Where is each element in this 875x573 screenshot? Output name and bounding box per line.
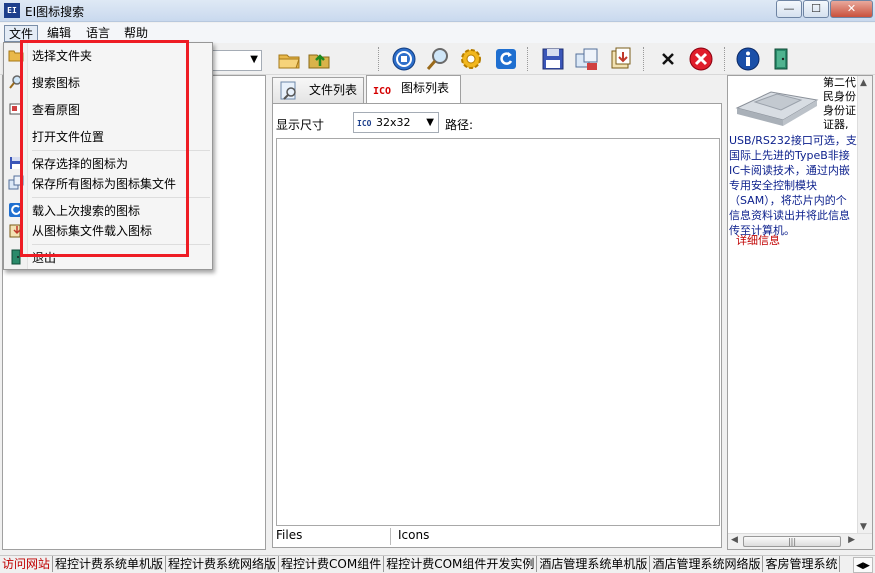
link-bar-scroll[interactable]: ◀▶ [853, 557, 873, 573]
link-bar: 访问网站 程控计费系统单机版 程控计费系统网络版 程控计费COM组件 程控计费COM组件… [0, 555, 875, 573]
menu-view-original[interactable]: 查看原图 [32, 101, 80, 119]
menu-bar: 文件 编辑 语言 帮助 [0, 23, 875, 43]
icon-grid[interactable] [276, 138, 720, 526]
link-item[interactable]: 程控计费系统网络版 [166, 556, 280, 572]
toolbar-separator [724, 47, 725, 71]
ico-icon: ICO [357, 119, 372, 128]
folder-up-icon[interactable] [306, 46, 332, 72]
file-menu-dropdown: 选择文件夹 搜索图标 查看原图 打开文件位置 保存选择的图标为 保存所有图标为图… [3, 42, 213, 270]
save-icon [10, 157, 22, 169]
toolbar-separator [527, 47, 528, 71]
chevron-down-icon: ▼ [250, 54, 258, 65]
vertical-scrollbar[interactable]: ▲ ▼ [857, 76, 872, 534]
card-reader-image [735, 91, 819, 126]
exit-icon [11, 249, 21, 265]
tab-container: 文件列表 ICO 图标列表 显示尺寸 ICO 32x32 ▼ 路径: Files… [270, 75, 724, 550]
link-item[interactable]: 客房管理系统 [763, 556, 841, 572]
menu-separator [32, 197, 210, 198]
link-item[interactable]: 酒店管理系统单机版 [537, 556, 651, 572]
horizontal-scrollbar[interactable]: ◀ ||| ▶ [728, 533, 872, 549]
scroll-right-icon[interactable]: ▶ [848, 535, 855, 545]
icon-list-panel: 显示尺寸 ICO 32x32 ▼ 路径: Files Icons [272, 103, 722, 548]
scroll-down-icon[interactable]: ▼ [860, 522, 867, 532]
view-image-icon [9, 103, 23, 115]
refresh-icon [9, 203, 23, 217]
menu-save-all-as-set[interactable]: 保存所有图标为图标集文件 [32, 175, 176, 193]
toolbar-separator [643, 47, 644, 71]
search-icon[interactable] [425, 46, 451, 72]
clear-icon[interactable] [688, 46, 714, 72]
ad-description: USB/RS232接口可选，支 国际上先进的TypeB非接 IC卡阅读技术，通过… [729, 134, 857, 237]
menu-exit[interactable]: 退出 [32, 249, 56, 267]
link-item[interactable]: 酒店管理系统网络版 [650, 556, 764, 572]
menu-help[interactable]: 帮助 [120, 25, 152, 42]
save-icon[interactable] [540, 46, 566, 72]
load-icon[interactable] [608, 46, 634, 72]
refresh-icon[interactable] [493, 46, 519, 72]
maximize-button[interactable]: ☐ [803, 0, 829, 18]
save-all-icon [8, 175, 24, 190]
delete-icon[interactable] [655, 46, 681, 72]
status-divider [390, 528, 391, 545]
scroll-up-icon[interactable]: ▲ [860, 78, 867, 88]
file-search-icon [280, 81, 296, 100]
info-icon[interactable] [735, 46, 761, 72]
close-button[interactable]: ✕ [830, 0, 873, 18]
folder-icon [8, 50, 24, 62]
stop-icon[interactable] [391, 46, 417, 72]
link-item[interactable]: 程控计费COM组件开发实例 [384, 556, 538, 572]
menu-select-folder[interactable]: 选择文件夹 [32, 47, 92, 65]
menu-save-selected[interactable]: 保存选择的图标为 [32, 155, 128, 173]
display-size-label: 显示尺寸 [276, 118, 325, 132]
tab-icon-list-label: 图标列表 [401, 81, 450, 95]
size-select-value: 32x32 [376, 116, 411, 129]
menu-separator [32, 244, 210, 245]
link-item[interactable]: 程控计费COM组件 [279, 556, 385, 572]
menu-language[interactable]: 语言 [82, 25, 114, 42]
search-icon [9, 75, 22, 89]
window-title: EI图标搜索 [25, 5, 85, 19]
title-bar: EI EI图标搜索 — ☐ ✕ [0, 0, 875, 22]
details-link[interactable]: 详细信息 [736, 232, 780, 248]
tab-file-list-label: 文件列表 [309, 83, 358, 97]
scroll-left-icon[interactable]: ◀ [731, 535, 738, 545]
toolbar-separator [378, 47, 379, 71]
menu-load-from-set[interactable]: 从图标集文件载入图标 [32, 222, 152, 240]
tab-file-list[interactable]: 文件列表 [272, 77, 364, 103]
menu-load-last-search[interactable]: 载入上次搜索的图标 [32, 202, 140, 220]
ad-panel: 第二代 民身份 身份证 证器, USB/RS232接口可选，支 国际上先进的Ty… [727, 75, 873, 550]
path-label: 路径: [445, 118, 474, 132]
open-folder-icon[interactable] [276, 46, 302, 72]
files-status: Files [276, 528, 303, 542]
link-visit-website[interactable]: 访问网站 [0, 556, 54, 572]
link-item[interactable]: 程控计费系统单机版 [53, 556, 167, 572]
save-all-icon[interactable] [574, 46, 600, 72]
ico-icon: ICO [373, 86, 392, 97]
icons-status: Icons [398, 528, 430, 542]
menu-separator [32, 150, 210, 151]
exit-icon[interactable] [768, 46, 794, 72]
menu-open-file-location[interactable]: 打开文件位置 [32, 128, 104, 146]
chevron-down-icon: ▼ [426, 117, 434, 128]
menu-search-icons[interactable]: 搜索图标 [32, 74, 80, 92]
gear-icon[interactable] [458, 46, 484, 72]
menu-edit[interactable]: 编辑 [43, 25, 75, 42]
app-icon: EI [4, 3, 20, 18]
scroll-thumb[interactable]: ||| [743, 536, 841, 547]
menu-file[interactable]: 文件 [4, 25, 39, 42]
tab-icon-list[interactable]: ICO 图标列表 [366, 75, 461, 103]
minimize-button[interactable]: — [776, 0, 802, 18]
load-icon [9, 224, 21, 238]
size-select[interactable]: ICO 32x32 ▼ [353, 112, 439, 133]
